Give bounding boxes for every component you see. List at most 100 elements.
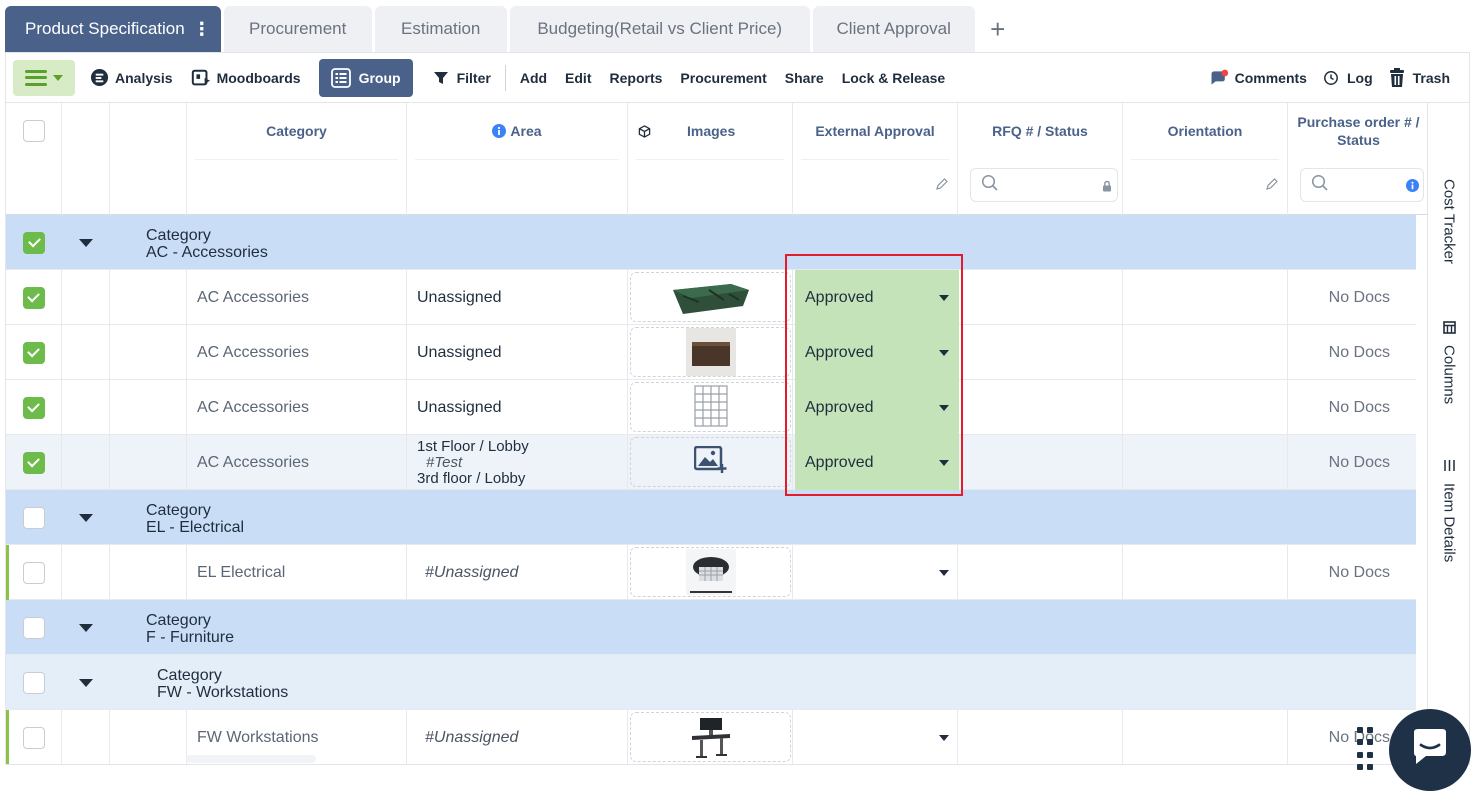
comments-button[interactable]: Comments bbox=[1209, 68, 1307, 88]
caret-down-icon bbox=[939, 405, 949, 411]
add-tab-button[interactable]: + bbox=[978, 6, 1018, 52]
item-details-tab[interactable]: Item Details bbox=[1428, 459, 1470, 562]
rfq-cell bbox=[958, 435, 1123, 490]
chevron-down-icon[interactable] bbox=[79, 623, 93, 632]
table-row[interactable]: EL Electrical #Unassigned No Docs bbox=[6, 545, 1416, 600]
column-header-label: Images bbox=[687, 123, 736, 139]
comments-label: Comments bbox=[1234, 69, 1307, 86]
column-header-label: Purchase order # / Status bbox=[1297, 114, 1420, 148]
drag-handle-icon[interactable] bbox=[1357, 727, 1375, 773]
procurement-button[interactable]: Procurement bbox=[680, 70, 766, 86]
header-rfq[interactable]: RFQ # / Status bbox=[958, 103, 1123, 215]
rfq-search-input[interactable] bbox=[970, 168, 1118, 202]
row-checkbox[interactable] bbox=[23, 616, 45, 639]
tab-budgeting[interactable]: Budgeting(Retail vs Client Price) bbox=[509, 6, 810, 52]
tab-label: Product Specification bbox=[25, 19, 185, 38]
main-menu-button[interactable] bbox=[13, 59, 75, 96]
header-images[interactable]: Images bbox=[628, 103, 793, 215]
row-checkbox[interactable] bbox=[22, 396, 45, 419]
row-checkbox[interactable] bbox=[22, 561, 45, 584]
row-checkbox[interactable] bbox=[23, 231, 45, 254]
table-row[interactable]: AC Accessories Unassigned Approved No Do… bbox=[6, 325, 1416, 380]
area-cell[interactable]: 1st Floor / Lobby #Test 3rd floor / Lobb… bbox=[407, 435, 628, 490]
rfq-cell bbox=[958, 380, 1123, 435]
group-button[interactable]: Group bbox=[318, 58, 413, 97]
group-label: Group bbox=[358, 69, 401, 86]
group-row-furniture[interactable]: Category F - Furniture bbox=[6, 600, 1416, 655]
approval-dropdown[interactable]: Approved bbox=[795, 270, 959, 325]
chevron-down-icon[interactable] bbox=[79, 678, 93, 687]
row-checkbox[interactable] bbox=[22, 341, 45, 364]
row-checkbox[interactable] bbox=[22, 286, 45, 309]
approval-dropdown[interactable]: Approved bbox=[795, 325, 959, 380]
approval-value: Approved bbox=[805, 343, 874, 361]
lock-icon bbox=[1101, 179, 1113, 197]
header-area[interactable]: Area bbox=[407, 103, 628, 215]
po-search-input[interactable] bbox=[1300, 168, 1424, 202]
filter-button[interactable]: Filter bbox=[431, 68, 491, 88]
horizontal-scrollbar[interactable] bbox=[186, 755, 316, 763]
approval-dropdown[interactable] bbox=[795, 710, 959, 764]
edit-button[interactable]: Edit bbox=[565, 70, 591, 86]
row-checkbox[interactable] bbox=[23, 506, 45, 529]
tab-estimation[interactable]: Estimation bbox=[374, 6, 507, 52]
header-orientation[interactable]: Orientation bbox=[1123, 103, 1288, 215]
product-image[interactable] bbox=[630, 712, 791, 762]
group-row-electrical[interactable]: Category EL - Electrical bbox=[6, 490, 1416, 545]
chevron-down-icon[interactable] bbox=[79, 238, 93, 247]
row-checkbox[interactable] bbox=[22, 451, 45, 474]
table-row[interactable]: AC Accessories Unassigned Approved No Do… bbox=[6, 380, 1416, 435]
row-checkbox[interactable] bbox=[23, 671, 45, 694]
area-cell[interactable]: #Unassigned bbox=[407, 545, 628, 600]
tab-client-approval[interactable]: Client Approval bbox=[812, 6, 975, 52]
area-cell[interactable]: Unassigned bbox=[407, 325, 628, 380]
toolbar-divider bbox=[504, 64, 506, 91]
product-image[interactable] bbox=[630, 547, 791, 597]
area-cell[interactable]: Unassigned bbox=[407, 270, 628, 325]
columns-tab[interactable]: Columns bbox=[1428, 321, 1470, 404]
approval-dropdown[interactable]: Approved bbox=[795, 380, 959, 435]
header-purchase-order[interactable]: Purchase order # / Status bbox=[1288, 103, 1427, 215]
product-image[interactable] bbox=[630, 272, 791, 322]
moodboards-button[interactable]: Moodboards bbox=[191, 68, 301, 88]
tab-procurement[interactable]: Procurement bbox=[223, 6, 372, 52]
kebab-menu-icon[interactable]: ⋮ bbox=[193, 19, 211, 40]
trash-button[interactable]: Trash bbox=[1387, 67, 1450, 88]
approval-dropdown[interactable]: Approved bbox=[795, 435, 959, 490]
select-all-checkbox[interactable] bbox=[23, 120, 45, 142]
header-expand-cell bbox=[62, 103, 110, 215]
chevron-down-icon[interactable] bbox=[79, 513, 93, 522]
reports-button[interactable]: Reports bbox=[610, 70, 663, 86]
area-cell[interactable]: #Unassigned bbox=[407, 710, 628, 764]
analysis-button[interactable]: Analysis bbox=[89, 68, 173, 88]
table-row[interactable]: AC Accessories Unassigned Approved No Do… bbox=[6, 270, 1416, 325]
add-image-slot[interactable] bbox=[630, 437, 791, 487]
group-row-accessories[interactable]: Category AC - Accessories bbox=[6, 215, 1416, 270]
log-button[interactable]: Log bbox=[1321, 68, 1373, 88]
pencil-icon[interactable] bbox=[1265, 177, 1279, 191]
tab-product-specification[interactable]: Product Specification ⋮ bbox=[5, 6, 221, 52]
chat-widget-button[interactable] bbox=[1389, 709, 1471, 791]
cost-tracker-tab[interactable]: Cost Tracker bbox=[1428, 179, 1470, 264]
header-blank-cell bbox=[110, 103, 187, 215]
checkbox-cell bbox=[6, 710, 62, 764]
columns-icon bbox=[1442, 321, 1456, 339]
expand-cell bbox=[62, 270, 110, 325]
checkbox-cell bbox=[6, 380, 62, 435]
moodboards-label: Moodboards bbox=[216, 69, 301, 86]
product-image[interactable] bbox=[630, 382, 791, 432]
header-external-approval[interactable]: External Approval bbox=[793, 103, 958, 215]
group-row-workstations[interactable]: Category FW - Workstations bbox=[6, 655, 1416, 710]
add-button[interactable]: Add bbox=[520, 70, 547, 86]
approval-dropdown[interactable] bbox=[795, 545, 959, 600]
table-row[interactable]: AC Accessories 1st Floor / Lobby #Test 3… bbox=[6, 435, 1416, 490]
group-value: FW - Workstations bbox=[157, 684, 289, 701]
filter-label: Filter bbox=[456, 69, 491, 86]
row-checkbox[interactable] bbox=[22, 726, 45, 749]
pencil-icon[interactable] bbox=[935, 177, 949, 191]
share-button[interactable]: Share bbox=[785, 70, 824, 86]
header-category[interactable]: Category bbox=[187, 103, 407, 215]
area-cell[interactable]: Unassigned bbox=[407, 380, 628, 435]
lock-release-button[interactable]: Lock & Release bbox=[842, 70, 946, 86]
product-image[interactable] bbox=[630, 327, 791, 377]
